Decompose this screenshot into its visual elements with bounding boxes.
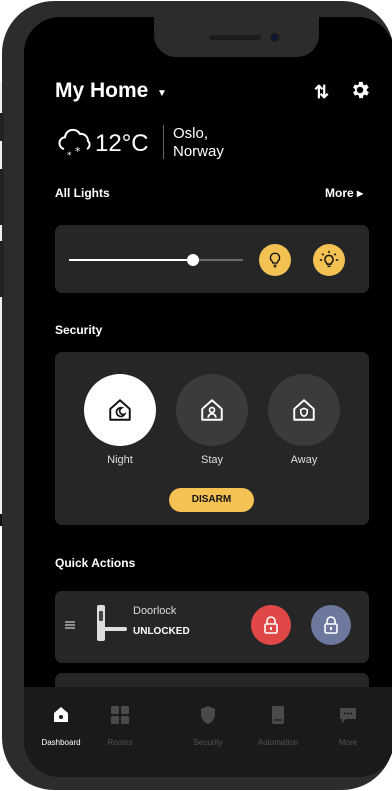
home-shield-icon [293,399,315,421]
temperature: 12°C [95,130,149,157]
country-line: Norway [173,143,224,160]
stay-mode-label: Stay [200,454,223,466]
night-mode-label: Night [107,454,133,466]
drag-handle-icon[interactable] [65,621,75,629]
stay-mode-disc [176,374,248,446]
volume-up-button [0,169,4,225]
snow-cloud-icon: * * [58,128,91,161]
doorlock-card: Doorlock UNLOCKED [55,591,369,663]
home-icon [54,707,68,722]
brightness-slider-fill [69,259,193,261]
grid-icon [111,706,129,724]
tab-bar: Dashboard Rooms Security Automation More [24,687,392,777]
volume-down-button [0,241,4,297]
bulb-bright-icon [319,250,339,268]
tab-label: Rooms [107,738,133,747]
quick-actions-section-label: Quick Actions [55,556,136,570]
tab-dashboard[interactable]: Dashboard [31,705,91,747]
lock-button[interactable] [251,605,291,645]
svg-text:*: * [67,151,72,161]
brightness-slider[interactable] [69,254,243,266]
tab-label: Automation [257,738,299,747]
city-line: Oslo, [173,125,209,142]
shield-icon [201,706,215,724]
city-label: Oslo, Norway [173,125,253,161]
device-status: UNLOCKED [133,626,190,637]
tab-automation[interactable]: Automation [248,705,308,747]
speaker-grille [209,35,261,40]
tab-label: More [338,738,358,747]
security-mode-away[interactable]: Away [268,374,340,466]
lock-closed-icon [264,616,278,634]
device-name: Doorlock [133,605,177,617]
away-mode-label: Away [290,454,318,466]
security-mode-night[interactable]: Night [84,374,156,466]
home-dropdown-icon[interactable]: ▼ [157,88,167,99]
lock-open-icon [324,616,338,634]
lights-card [55,225,369,293]
front-camera [270,33,279,42]
device-icon [272,706,284,724]
notch [154,17,319,57]
home-moon-icon [109,399,131,421]
tab-label: Security [193,738,223,747]
lights-section-label: All Lights [55,186,110,200]
home-person-icon [201,399,223,421]
brightness-slider-knob[interactable] [186,254,199,266]
app-content: My Home ▼ ⇅ * * 12°C Oslo, Norway All Li… [24,17,392,777]
more-link[interactable]: More ▸ [325,186,363,200]
tab-rooms[interactable]: Rooms [90,705,150,747]
gear-icon[interactable] [349,79,371,101]
night-mode-disc [84,374,156,446]
bulb-on-button[interactable] [313,244,345,276]
weather-divider [163,125,164,159]
bulb-icon [269,252,281,268]
away-mode-disc [268,374,340,446]
bulb-off-button[interactable] [259,244,291,276]
disarm-button[interactable]: DISARM [169,488,254,512]
doorlock-device-icon [97,605,127,641]
swap-icon[interactable]: ⇅ [314,82,329,103]
security-card: Night Stay Away DISARM [55,352,369,525]
security-section-label: Security [55,323,103,337]
screen: My Home ▼ ⇅ * * 12°C Oslo, Norway All Li… [24,17,392,777]
unlock-button[interactable] [311,605,351,645]
svg-text:*: * [75,145,81,158]
tab-more[interactable]: More [318,705,378,747]
phone-frame: My Home ▼ ⇅ * * 12°C Oslo, Norway All Li… [0,1,392,790]
tab-label: Dashboard [41,738,81,747]
home-title[interactable]: My Home [55,79,148,103]
tab-security[interactable]: Security [178,705,238,747]
mute-switch [0,113,4,141]
security-mode-stay[interactable]: Stay [176,374,248,466]
chat-icon [340,708,356,723]
